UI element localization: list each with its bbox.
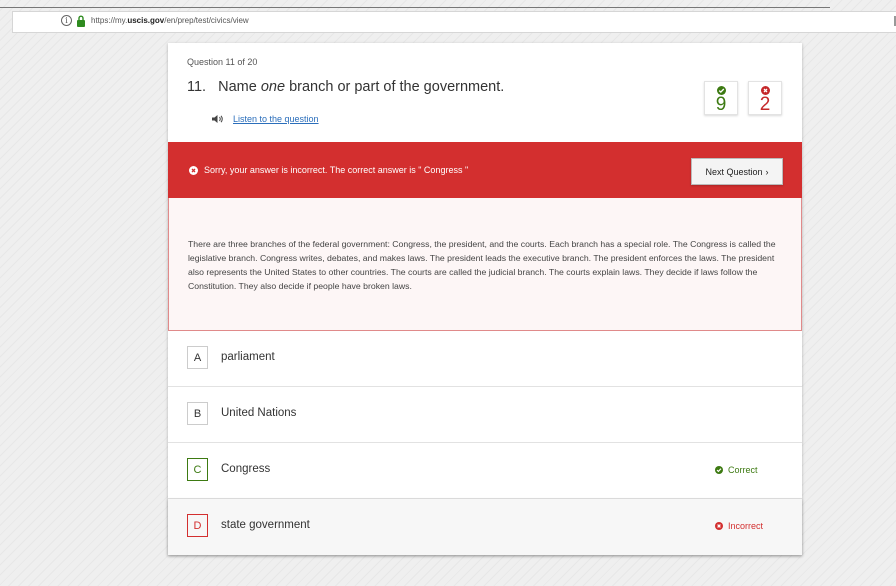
question-counter: Question 11 of 20 — [187, 57, 258, 67]
x-circle-icon — [715, 522, 723, 530]
correct-count: 9 — [715, 94, 727, 115]
answer-letter: C — [187, 458, 208, 481]
next-question-button[interactable]: Next Question › — [691, 158, 783, 185]
explanation-panel: There are three branches of the federal … — [168, 198, 802, 331]
url-text[interactable]: https://my.uscis.gov/en/prep/test/civics… — [91, 16, 249, 25]
correct-verdict: Correct — [715, 465, 758, 475]
lock-icon — [77, 15, 85, 27]
incorrect-score-badge: 2 — [748, 81, 782, 115]
answer-text: United Nations — [221, 407, 297, 419]
answer-option-a[interactable]: A parliament — [168, 331, 802, 387]
answer-text: Congress — [221, 463, 271, 475]
question-text-emphasis: one — [260, 79, 286, 95]
answer-option-c[interactable]: C Congress Correct — [168, 443, 802, 499]
feedback-message: Sorry, your answer is incorrect. The cor… — [204, 165, 469, 175]
listen-link[interactable]: Listen to the question — [233, 114, 319, 124]
x-circle-icon — [760, 86, 770, 95]
answer-text: state government — [221, 519, 310, 531]
check-circle-icon — [716, 86, 726, 95]
correct-score-badge: 9 — [704, 81, 738, 115]
speaker-icon[interactable] — [212, 114, 224, 124]
address-bar[interactable]: i https://my.uscis.gov/en/prep/test/civi… — [12, 11, 896, 33]
answer-letter: B — [187, 402, 208, 425]
question-card: Question 11 of 20 11. Name one branch or… — [168, 43, 802, 555]
question-text-before: Name — [218, 79, 257, 95]
verdict-label: Incorrect — [728, 521, 764, 531]
verdict-label: Correct — [728, 465, 758, 475]
question-number: 11. — [187, 79, 207, 95]
x-circle-icon — [189, 166, 198, 175]
incorrect-verdict: Incorrect — [715, 521, 763, 531]
answer-letter: D — [187, 514, 208, 537]
explanation-text: There are three branches of the federal … — [188, 239, 776, 291]
listen-control[interactable]: Listen to the question — [212, 114, 319, 124]
check-circle-icon — [715, 466, 723, 474]
feedback-banner: Sorry, your answer is incorrect. The cor… — [168, 142, 802, 198]
answer-option-d[interactable]: D state government Incorrect — [168, 499, 802, 555]
url-prefix: https://my. — [91, 16, 128, 25]
answer-option-b[interactable]: B United Nations — [168, 387, 802, 443]
question-title: 11. Name one branch or part of the gover… — [187, 79, 504, 95]
window-top-rule — [0, 7, 830, 8]
url-path: /en/prep/test/civics/view — [164, 16, 249, 25]
question-text-after: branch or part of the government. — [289, 79, 505, 95]
answer-letter: A — [187, 346, 208, 369]
url-domain: uscis.gov — [127, 16, 165, 25]
answer-text: parliament — [221, 351, 275, 363]
chevron-right-icon: › — [765, 166, 769, 177]
info-icon[interactable]: i — [61, 15, 72, 26]
incorrect-count: 2 — [759, 94, 771, 115]
next-question-label: Next Question — [705, 166, 763, 177]
